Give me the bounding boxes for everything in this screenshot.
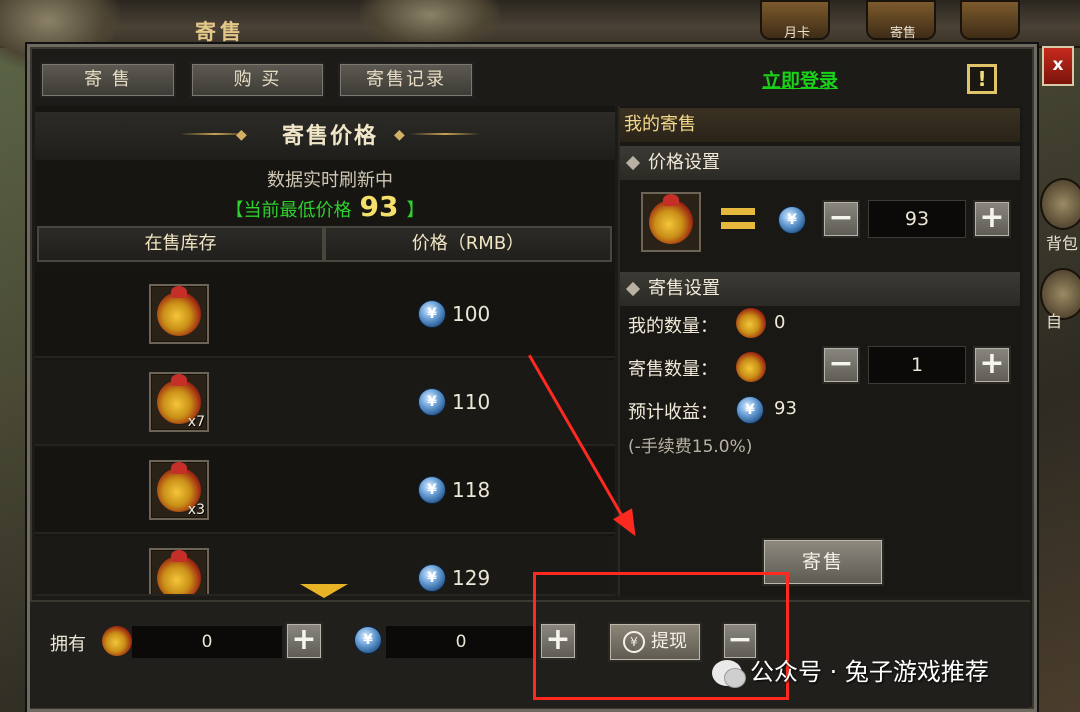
column-header-stock: 在售库存 <box>37 226 324 262</box>
sale-settings-header: 寄售设置 <box>620 272 1020 306</box>
column-header-price: 价格（RMB） <box>324 226 612 262</box>
my-quantity-label: 我的数量： <box>628 316 718 337</box>
coin-icon: ¥ <box>418 300 446 328</box>
coin-balance-field: 0 <box>386 626 536 658</box>
money-bag-icon <box>157 550 201 594</box>
fee-note: (-手续费15.0%) <box>628 437 753 457</box>
price-input[interactable]: 93 <box>868 200 966 238</box>
quantity-input[interactable]: 1 <box>868 346 966 384</box>
lowest-price-close-bracket: 】 <box>406 200 425 221</box>
watermark: 公众号 · 兔子游戏推荐 <box>712 652 1057 688</box>
refresh-status-text: 数据实时刷新中 <box>267 170 393 191</box>
title-ornament-right <box>410 133 480 135</box>
item-slot: x7 <box>149 372 209 432</box>
equals-icon <box>721 208 755 232</box>
listing-price-value: 110 <box>452 390 491 414</box>
tab-consign-records[interactable]: 寄售记录 <box>338 62 474 98</box>
item-quantity: x3 <box>187 502 205 518</box>
bag-balance-field: 0 <box>132 626 282 658</box>
price-settings-header: 价格设置 <box>620 146 1020 180</box>
bag-add-button[interactable]: + <box>285 622 323 660</box>
quantity-decrease-button[interactable]: − <box>822 346 860 384</box>
login-now-link[interactable]: 立即登录 <box>740 66 860 94</box>
lowest-price-label: 当前最低价格 <box>243 200 352 221</box>
info-button[interactable]: ! <box>967 64 997 94</box>
diamond-bullet-icon <box>625 155 641 171</box>
hud-consign-label: 寄售 <box>889 26 916 41</box>
tab-buy[interactable]: 购 买 <box>190 62 325 98</box>
expected-income-label: 预计收益： <box>628 402 718 423</box>
money-bag-icon <box>102 626 132 656</box>
hud-consign-icon[interactable]: 寄售 <box>866 0 936 41</box>
quantity-increase-button[interactable]: + <box>973 346 1011 384</box>
consign-item-slot[interactable] <box>641 192 701 252</box>
listing-price-value: 100 <box>452 302 491 326</box>
sell-quantity-label: 寄售数量： <box>628 359 718 380</box>
item-slot: x3 <box>149 460 209 520</box>
scroll-down-arrow-icon[interactable] <box>300 584 348 598</box>
tab-consign[interactable]: 寄 售 <box>40 62 176 98</box>
diamond-bullet-icon <box>625 281 641 297</box>
price-decrease-button[interactable]: − <box>822 200 860 238</box>
listing-price-value: 118 <box>452 478 491 502</box>
listing-row[interactable]: ¥100 <box>35 272 615 358</box>
dragon-ornament-right <box>360 0 500 50</box>
price-coin-wrapper: ¥ <box>778 206 806 234</box>
market-price-title: 寄售价格 <box>281 124 378 149</box>
coin-icon: ¥ <box>736 396 764 424</box>
item-slot <box>149 284 209 344</box>
price-settings-title: 价格设置 <box>648 152 720 173</box>
backpack-label: 背包 <box>1046 234 1079 253</box>
listing-price: ¥100 <box>418 300 558 332</box>
hud-extra-icon[interactable] <box>960 0 1020 40</box>
coin-icon: ¥ <box>778 206 806 234</box>
my-consign-title: 我的寄售 <box>620 108 1020 142</box>
close-button[interactable]: x <box>1042 46 1074 86</box>
coin-icon: ¥ <box>418 476 446 504</box>
listing-price: ¥118 <box>418 476 558 508</box>
my-quantity-value: 0 <box>774 312 786 333</box>
listing-row[interactable]: x3 ¥118 <box>35 448 615 534</box>
money-bag-icon <box>649 194 693 244</box>
lowest-price-open-bracket: 【 <box>225 200 244 221</box>
listing-price: ¥110 <box>418 388 558 420</box>
coin-icon: ¥ <box>418 388 446 416</box>
auto-label: 自 <box>1046 312 1063 331</box>
watermark-text: 公众号 · 兔子游戏推荐 <box>750 658 989 686</box>
wechat-icon <box>712 660 746 688</box>
hud-monthly-card-label: 月卡 <box>783 26 810 41</box>
own-label: 拥有 <box>50 634 86 655</box>
lowest-price-value: 93 <box>359 190 399 223</box>
lowest-price: 【当前最低价格 93 】 <box>205 190 445 223</box>
expected-income-value: 93 <box>774 398 797 419</box>
balance-coin-wrapper: ¥ <box>354 626 382 654</box>
title-ornament-dot-right: ◆ <box>394 127 405 143</box>
hud-monthly-card-icon[interactable]: 月卡 <box>760 0 830 41</box>
sale-settings-title: 寄售设置 <box>648 278 720 299</box>
listing-price-value: 129 <box>452 566 491 590</box>
money-bag-icon <box>736 308 766 338</box>
coin-icon: ¥ <box>354 626 382 654</box>
income-coin-wrapper: ¥ <box>736 396 764 424</box>
money-bag-icon <box>736 352 766 382</box>
item-slot <box>149 548 209 594</box>
coin-icon: ¥ <box>418 564 446 592</box>
money-bag-icon <box>157 286 201 336</box>
listing-row[interactable]: x7 ¥110 <box>35 360 615 446</box>
backpack-icon[interactable] <box>1040 178 1080 230</box>
price-increase-button[interactable]: + <box>973 200 1011 238</box>
item-quantity: x7 <box>187 414 205 430</box>
